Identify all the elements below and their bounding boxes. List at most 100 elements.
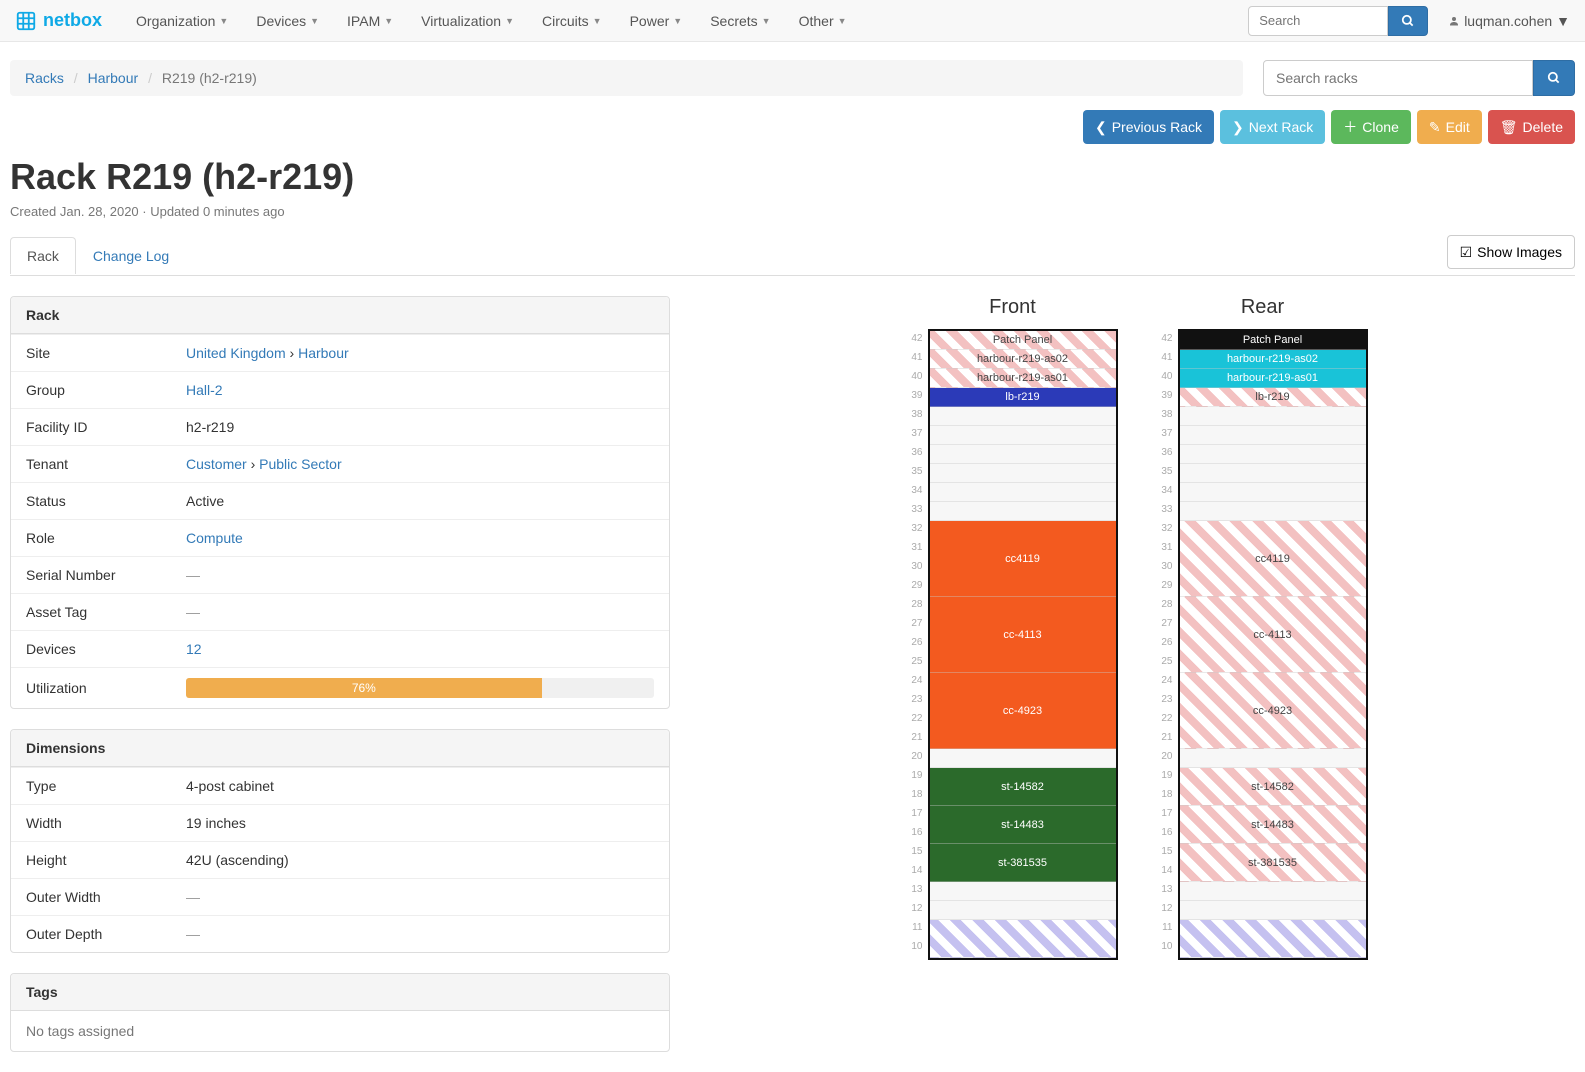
- rack-empty-slot[interactable]: [930, 502, 1116, 521]
- caret-down-icon: ▼: [838, 16, 847, 26]
- rack-empty-slot[interactable]: [1180, 901, 1366, 920]
- rack-device[interactable]: [1180, 920, 1366, 958]
- tenant-link[interactable]: Public Sector: [259, 456, 341, 472]
- nav-item-circuits[interactable]: Circuits ▼: [528, 3, 616, 39]
- clone-button[interactable]: ＋Clone: [1331, 110, 1411, 144]
- next-rack-button[interactable]: ❯Next Rack: [1220, 110, 1325, 144]
- rack-device[interactable]: [930, 920, 1116, 958]
- show-images-button[interactable]: ☑Show Images: [1447, 235, 1575, 269]
- nav-item-secrets[interactable]: Secrets ▼: [696, 3, 784, 39]
- rack-search-button[interactable]: [1533, 60, 1575, 96]
- elev-front-title: Front: [989, 296, 1036, 319]
- rack-empty-slot[interactable]: [1180, 464, 1366, 483]
- unit-number: 30: [1158, 557, 1178, 576]
- unit-number: 28: [908, 595, 928, 614]
- rack-device[interactable]: st-14483: [930, 806, 1116, 844]
- unit-number: 11: [908, 918, 928, 937]
- rack-device[interactable]: cc-4923: [1180, 673, 1366, 749]
- panel-rack: Rack SiteUnited Kingdom › Harbour GroupH…: [10, 296, 670, 709]
- rack-device[interactable]: st-14582: [930, 768, 1116, 806]
- previous-rack-button[interactable]: ❮Previous Rack: [1083, 110, 1214, 144]
- rack-empty-slot[interactable]: [1180, 483, 1366, 502]
- rack-empty-slot[interactable]: [1180, 407, 1366, 426]
- rack-empty-slot[interactable]: [930, 882, 1116, 901]
- rack-device[interactable]: harbour-r219-as02: [1180, 350, 1366, 369]
- rack-device[interactable]: lb-r219: [930, 388, 1116, 407]
- rack-empty-slot[interactable]: [930, 464, 1116, 483]
- user-name: luqman.cohen: [1464, 13, 1552, 29]
- unit-number: 17: [1158, 804, 1178, 823]
- breadcrumb-site[interactable]: Harbour: [88, 70, 139, 86]
- user-menu[interactable]: luqman.cohen ▼: [1448, 13, 1570, 29]
- region-link[interactable]: United Kingdom: [186, 345, 286, 361]
- image-icon: ☑: [1460, 244, 1473, 261]
- nav-item-power[interactable]: Power ▼: [616, 3, 697, 39]
- tab-changelog[interactable]: Change Log: [76, 237, 186, 274]
- tab-rack[interactable]: Rack: [10, 237, 76, 274]
- rack-device[interactable]: st-14483: [1180, 806, 1366, 844]
- rack-empty-slot[interactable]: [930, 749, 1116, 768]
- rack-device[interactable]: cc4119: [930, 521, 1116, 597]
- nav-item-other[interactable]: Other ▼: [785, 3, 861, 39]
- rack-empty-slot[interactable]: [930, 426, 1116, 445]
- edit-button[interactable]: ✎Edit: [1417, 110, 1482, 144]
- rack-device[interactable]: Patch Panel: [930, 331, 1116, 350]
- trash-icon: 🗑: [1500, 119, 1518, 136]
- unit-number: 14: [1158, 861, 1178, 880]
- unit-number: 33: [1158, 500, 1178, 519]
- unit-number: 24: [1158, 671, 1178, 690]
- rack-empty-slot[interactable]: [930, 407, 1116, 426]
- unit-number: 32: [908, 519, 928, 538]
- rack-device[interactable]: cc-4923: [930, 673, 1116, 749]
- rack-empty-slot[interactable]: [1180, 749, 1366, 768]
- unit-number: 21: [908, 728, 928, 747]
- rack-empty-slot[interactable]: [1180, 882, 1366, 901]
- devices-link[interactable]: 12: [186, 641, 202, 657]
- nav-item-virtualization[interactable]: Virtualization ▼: [407, 3, 528, 39]
- unit-number: 23: [908, 690, 928, 709]
- unit-number: 19: [908, 766, 928, 785]
- rack-device[interactable]: cc4119: [1180, 521, 1366, 597]
- nav-item-devices[interactable]: Devices ▼: [242, 3, 333, 39]
- rack-device[interactable]: st-381535: [1180, 844, 1366, 882]
- caret-down-icon: ▼: [384, 16, 393, 26]
- group-link[interactable]: Hall-2: [186, 382, 223, 398]
- rack-device[interactable]: st-381535: [930, 844, 1116, 882]
- role-link[interactable]: Compute: [186, 530, 243, 546]
- unit-number: 31: [1158, 538, 1178, 557]
- action-bar: ❮Previous Rack ❯Next Rack ＋Clone ✎Edit 🗑…: [10, 110, 1575, 144]
- panel-dims-title: Dimensions: [11, 730, 669, 767]
- search-button[interactable]: [1388, 6, 1428, 36]
- tenant-group-link[interactable]: Customer: [186, 456, 247, 472]
- nav-item-ipam[interactable]: IPAM ▼: [333, 3, 407, 39]
- delete-button[interactable]: 🗑Delete: [1488, 110, 1575, 144]
- rack-search-input[interactable]: [1263, 60, 1533, 96]
- rack-device[interactable]: st-14582: [1180, 768, 1366, 806]
- unit-number: 29: [908, 576, 928, 595]
- breadcrumb-racks[interactable]: Racks: [25, 70, 64, 86]
- rack-empty-slot[interactable]: [930, 483, 1116, 502]
- rack-empty-slot[interactable]: [930, 901, 1116, 920]
- rack-device[interactable]: Patch Panel: [1180, 331, 1366, 350]
- nav-item-organization[interactable]: Organization ▼: [122, 3, 242, 39]
- rack-device[interactable]: harbour-r219-as01: [1180, 369, 1366, 388]
- rack-device[interactable]: harbour-r219-as02: [930, 350, 1116, 369]
- unit-number: 33: [908, 500, 928, 519]
- caret-down-icon: ▼: [673, 16, 682, 26]
- rack-device[interactable]: cc-4113: [1180, 597, 1366, 673]
- status-value: Active: [186, 493, 654, 509]
- unit-number: 38: [908, 405, 928, 424]
- rack-device[interactable]: harbour-r219-as01: [930, 369, 1116, 388]
- search-input[interactable]: [1248, 6, 1388, 36]
- unit-number: 34: [908, 481, 928, 500]
- rack-empty-slot[interactable]: [1180, 445, 1366, 464]
- rack-empty-slot[interactable]: [1180, 426, 1366, 445]
- unit-number: 34: [1158, 481, 1178, 500]
- unit-number: 22: [908, 709, 928, 728]
- rack-empty-slot[interactable]: [930, 445, 1116, 464]
- rack-device[interactable]: cc-4113: [930, 597, 1116, 673]
- site-link[interactable]: Harbour: [298, 345, 349, 361]
- brand-logo[interactable]: netbox: [15, 10, 102, 32]
- rack-empty-slot[interactable]: [1180, 502, 1366, 521]
- rack-device[interactable]: lb-r219: [1180, 388, 1366, 407]
